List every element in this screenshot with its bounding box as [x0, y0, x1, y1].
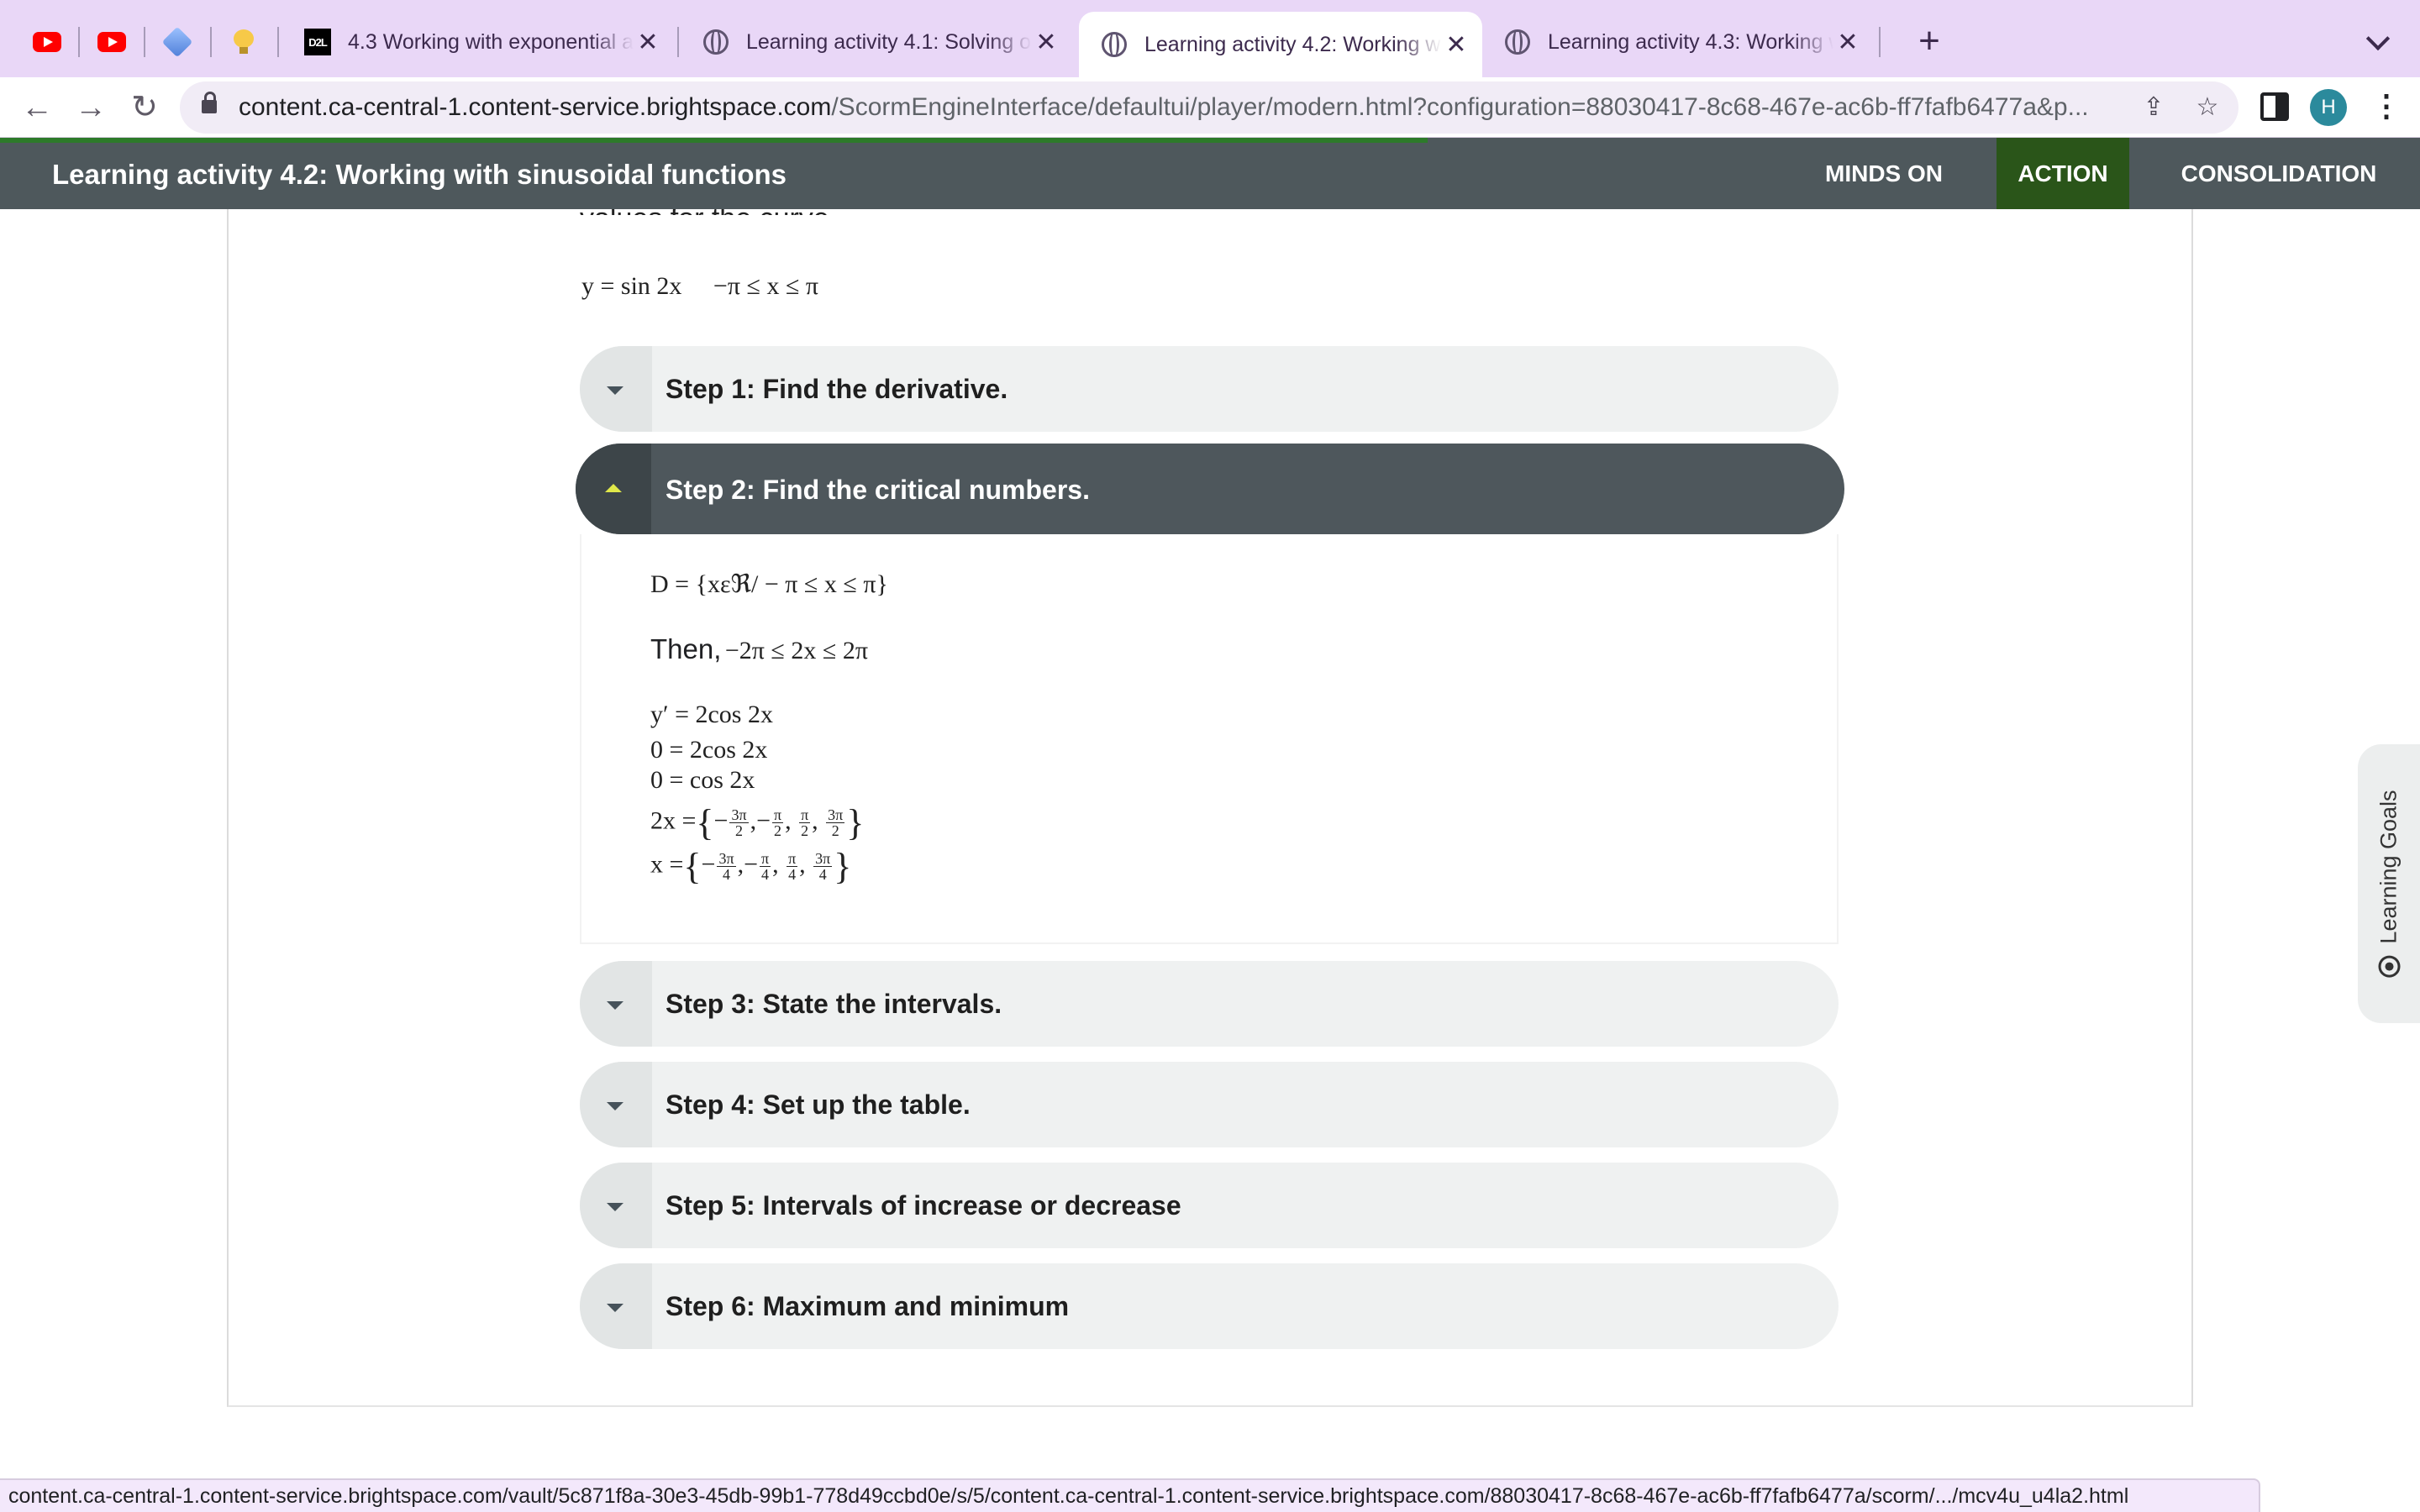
equation-line: 0 = 2cos 2x: [650, 736, 768, 764]
pinned-tab-youtube-2[interactable]: [88, 18, 135, 66]
fraction: 3π 4: [717, 850, 736, 883]
reload-button[interactable]: ↻: [123, 86, 166, 129]
step-3-accordion[interactable]: Step 3: State the intervals.: [580, 961, 1839, 1047]
solutions-x: x ={− 3π 4 ,− π 4, π4, 3π 4}: [650, 846, 852, 887]
youtube-icon: [33, 32, 61, 52]
then-label: Then,: [650, 633, 722, 664]
diamond-icon: [161, 26, 193, 58]
fraction: π4: [786, 850, 798, 883]
nav-consolidation[interactable]: CONSOLIDATION: [2161, 138, 2396, 209]
pinned-tab-diamond[interactable]: [154, 18, 201, 66]
chevron-up-icon: [605, 484, 622, 492]
pinned-tab-lightbulb[interactable]: [220, 18, 267, 66]
step-2-accordion[interactable]: Step 2: Find the critical numbers.: [576, 444, 1844, 534]
tab-title: Learning activity 4.1: Solving o: [746, 29, 1032, 54]
globe-icon: [702, 29, 729, 55]
target-icon: [2378, 955, 2400, 978]
forward-button[interactable]: →: [69, 86, 113, 129]
fraction: π2: [799, 806, 811, 839]
status-bar-url: content.ca-central-1.content-service.bri…: [0, 1478, 2260, 1512]
step-label: Step 4: Set up the table.: [666, 1089, 971, 1120]
tab-separator: [144, 27, 145, 57]
tab-separator: [1879, 27, 1881, 57]
new-tab-button[interactable]: +: [1907, 20, 1951, 64]
chevron-down-icon: [607, 1304, 623, 1312]
tab-title: 4.3 Working with exponential a: [348, 29, 634, 54]
learning-goals-label: Learning Goals: [2375, 790, 2402, 944]
tab-separator: [78, 27, 80, 57]
d2l-icon: D2L: [304, 29, 331, 55]
share-icon[interactable]: ⇪: [2138, 92, 2170, 123]
page-title: Learning activity 4.2: Working with sinu…: [52, 159, 787, 190]
fraction: 3π 2: [826, 806, 845, 839]
domain-equation: D = {xεℜ/ − π ≤ x ≤ π}: [650, 570, 888, 598]
equation-line: 0 = cos 2x: [650, 766, 755, 794]
tab-separator: [210, 27, 212, 57]
tab-separator: [277, 27, 279, 57]
solutions-2x: 2x ={− 3π 2 ,− π 2, π2, 3π 2}: [650, 802, 865, 843]
profile-avatar[interactable]: H: [2310, 89, 2347, 126]
expand-button[interactable]: [580, 346, 652, 432]
chevron-down-icon: [607, 386, 623, 395]
step-label: Step 2: Find the critical numbers.: [666, 475, 1090, 505]
function-equation: y = sin 2x −π ≤ x ≤ π: [581, 272, 819, 300]
fraction: π4: [759, 850, 771, 883]
collapse-button[interactable]: [576, 444, 651, 534]
browser-tab[interactable]: Learning activity 4.3: Working w ✕: [1482, 13, 1874, 71]
close-icon[interactable]: ✕: [634, 28, 662, 57]
fraction: 3π 4: [813, 850, 833, 883]
step-4-accordion[interactable]: Step 4: Set up the table.: [580, 1062, 1839, 1147]
tab-strip: D2L 4.3 Working with exponential a ✕ Lea…: [0, 0, 2420, 77]
url-path: /ScormEngineInterface/defaultui/player/m…: [831, 93, 2089, 121]
course-header: Learning activity 4.2: Working with sinu…: [0, 138, 2420, 209]
expand-button[interactable]: [580, 1163, 652, 1248]
step-label: Step 3: State the intervals.: [666, 989, 1002, 1019]
pinned-tab-youtube[interactable]: [24, 18, 71, 66]
step-5-accordion[interactable]: Step 5: Intervals of increase or decreas…: [580, 1163, 1839, 1248]
url-text[interactable]: content.ca-central-1.content-service.bri…: [239, 81, 2121, 134]
back-button[interactable]: ←: [15, 86, 59, 129]
nav-action[interactable]: ACTION: [1996, 138, 2129, 209]
step-2-panel: D = {xεℜ/ − π ≤ x ≤ π} Then, −2π ≤ 2x ≤ …: [580, 534, 1839, 944]
lightbulb-icon: [234, 29, 254, 55]
youtube-icon: [97, 32, 126, 52]
browser-toolbar: ← → ↻ content.ca-central-1.content-servi…: [0, 77, 2420, 138]
close-icon[interactable]: ✕: [1833, 28, 1862, 57]
learning-goals-tab[interactable]: Learning Goals: [2358, 744, 2420, 1023]
browser-menu-icon[interactable]: ⋮: [2371, 89, 2402, 126]
derivative-line: y′ = 2cos 2x: [650, 701, 773, 728]
tab-title: Learning activity 4.2: Working w: [1144, 32, 1441, 56]
browser-tab-active[interactable]: Learning activity 4.2: Working w ✕: [1079, 12, 1482, 77]
tab-search-chevron-icon[interactable]: [2363, 25, 2396, 59]
url-host: content.ca-central-1.content-service.bri…: [239, 93, 832, 121]
step-6-accordion[interactable]: Step 6: Maximum and minimum: [580, 1263, 1839, 1349]
step-label: Step 1: Find the derivative.: [666, 374, 1008, 404]
close-icon[interactable]: ✕: [1032, 28, 1060, 57]
then-equation: −2π ≤ 2x ≤ 2π: [724, 637, 868, 664]
globe-icon: [1504, 29, 1531, 55]
tab-title: Learning activity 4.3: Working w: [1548, 29, 1833, 54]
browser-tab[interactable]: Learning activity 4.1: Solving o ✕: [681, 13, 1072, 71]
globe-icon: [1101, 31, 1128, 58]
step-label: Step 5: Intervals of increase or decreas…: [666, 1190, 1181, 1221]
address-bar[interactable]: content.ca-central-1.content-service.bri…: [180, 81, 2238, 134]
fraction: 3π 2: [729, 806, 749, 839]
nav-minds-on[interactable]: MINDS ON: [1800, 138, 1968, 209]
chevron-down-icon: [607, 1203, 623, 1211]
step-label: Step 6: Maximum and minimum: [666, 1291, 1070, 1321]
browser-tab[interactable]: D2L 4.3 Working with exponential a ✕: [282, 13, 674, 71]
expand-button[interactable]: [580, 1062, 652, 1147]
expand-button[interactable]: [580, 961, 652, 1047]
expand-button[interactable]: [580, 1263, 652, 1349]
close-icon[interactable]: ✕: [1442, 30, 1470, 60]
side-panel-icon[interactable]: [2260, 92, 2289, 121]
fraction: π2: [771, 806, 784, 839]
then-line: Then, −2π ≤ 2x ≤ 2π: [650, 633, 868, 665]
tab-separator: [677, 27, 679, 57]
lock-icon[interactable]: [202, 92, 217, 113]
bookmark-star-icon[interactable]: ☆: [2191, 92, 2223, 123]
chevron-down-icon: [607, 1001, 623, 1010]
step-1-accordion[interactable]: Step 1: Find the derivative.: [580, 346, 1839, 432]
chevron-down-icon: [607, 1102, 623, 1110]
